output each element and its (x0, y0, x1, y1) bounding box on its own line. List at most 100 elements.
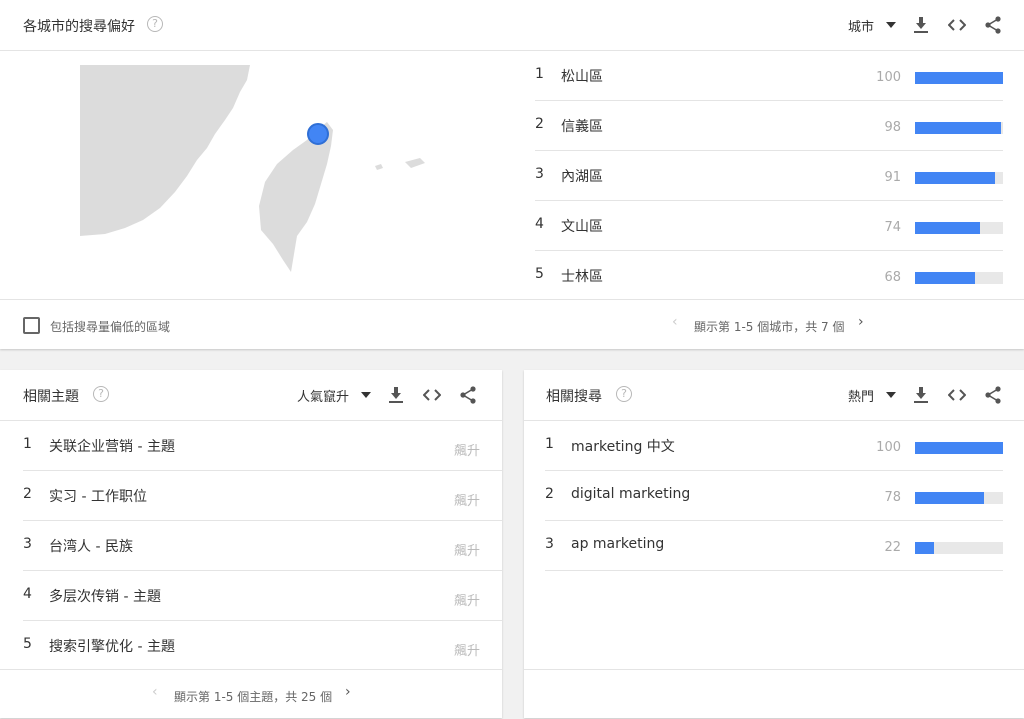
dropdown-caret-icon[interactable] (361, 392, 372, 398)
interest-value: 68 (884, 270, 901, 285)
rank: 3 (535, 166, 544, 182)
rank: 1 (23, 436, 32, 452)
region-row-3[interactable]: 3 內湖區 91 (535, 150, 1003, 201)
prev-page-button[interactable]: ‹ (672, 314, 678, 330)
queries-list: 1 marketing 中文 100 2 digital marketing 7… (545, 420, 1003, 571)
region-row-5[interactable]: 5 士林區 68 (535, 250, 1003, 299)
region-name: 信義區 (561, 119, 603, 135)
region-name: 士林區 (561, 269, 603, 285)
prev-page-button[interactable]: ‹ (152, 684, 158, 700)
breakout-value: 飆升 (454, 494, 481, 509)
rank: 2 (545, 486, 554, 502)
topic-row-1[interactable]: 1 关联企业营销 - 主題 飆升 (23, 420, 502, 471)
help-icon[interactable]: ? (147, 16, 163, 32)
interest-bar-fill (915, 272, 975, 284)
share-icon[interactable] (982, 384, 1004, 406)
topic-name: 实习 - 工作职位 (49, 489, 147, 505)
interest-bar-fill (915, 442, 1003, 454)
breakout-value: 飆升 (454, 594, 481, 609)
topic-name: 多层次传销 - 主題 (49, 589, 161, 605)
queries-filter-dropdown[interactable]: 熱門 (848, 386, 874, 405)
rank: 3 (545, 536, 554, 552)
topic-row-2[interactable]: 2 实习 - 工作职位 飆升 (23, 470, 502, 521)
topics-card-tools: 人氣竄升 (297, 384, 479, 406)
topics-card-header: 相關主題 ? 人氣竄升 (0, 370, 502, 421)
region-card-tools: 城市 (848, 14, 1004, 36)
region-card-header: 各城市的搜尋偏好 ? 城市 (0, 0, 1024, 51)
interest-bar (915, 272, 1003, 284)
queries-card-footer (524, 669, 1024, 719)
island-east-2 (405, 158, 425, 168)
related-topics-card: 相關主題 ? 人氣竄升 1 关联企业营销 - 主題 飆升 2 实习 - 工作职位… (0, 370, 502, 718)
interest-bar-fill (915, 222, 980, 234)
interest-bar (915, 122, 1003, 134)
dropdown-caret-icon[interactable] (886, 392, 897, 398)
topics-card-footer: ‹ 顯示第 1-5 個主題，共 25 個 › (0, 669, 502, 719)
region-row-4[interactable]: 4 文山區 74 (535, 200, 1003, 251)
region-name: 松山區 (561, 69, 603, 85)
low-volume-label: 包括搜尋量偏低的區域 (50, 320, 171, 334)
rank: 5 (535, 266, 544, 282)
topic-row-3[interactable]: 3 台湾人 - 民族 飆升 (23, 520, 502, 571)
query-row-2[interactable]: 2 digital marketing 78 (545, 470, 1003, 521)
topics-list: 1 关联企业营销 - 主題 飆升 2 实习 - 工作职位 飆升 3 台湾人 - … (23, 420, 502, 669)
region-interest-card: 各城市的搜尋偏好 ? 城市 1 松山區 100 2 信義區 98 3 內湖區 9… (0, 0, 1024, 349)
query-row-1[interactable]: 1 marketing 中文 100 (545, 420, 1003, 471)
queries-card-header: 相關搜尋 ? 熱門 (524, 370, 1024, 421)
download-icon[interactable] (910, 14, 932, 36)
download-icon[interactable] (910, 384, 932, 406)
interest-value: 100 (876, 440, 901, 455)
rank: 1 (545, 436, 554, 452)
embed-icon[interactable] (421, 384, 443, 406)
region-list: 1 松山區 100 2 信義區 98 3 內湖區 91 4 文山區 74 5 士… (535, 50, 1003, 299)
interest-bar (915, 492, 1003, 504)
topic-row-5[interactable]: 5 搜索引擎优化 - 主題 飆升 (23, 620, 502, 669)
mainland-landmass (80, 65, 250, 236)
rank: 2 (23, 486, 32, 502)
query-row-3[interactable]: 3 ap marketing 22 (545, 520, 1003, 571)
topic-name: 搜索引擎优化 - 主題 (49, 639, 175, 655)
share-icon[interactable] (982, 14, 1004, 36)
query-text: digital marketing (571, 486, 691, 502)
share-icon[interactable] (457, 384, 479, 406)
resolution-dropdown[interactable]: 城市 (848, 16, 874, 35)
breakout-value: 飆升 (454, 444, 481, 459)
rank: 1 (535, 66, 544, 82)
queries-card-title: 相關搜尋 (546, 389, 602, 405)
interest-value: 74 (884, 220, 901, 235)
breakout-value: 飆升 (454, 644, 481, 659)
interest-value: 98 (884, 120, 901, 135)
embed-icon[interactable] (946, 14, 968, 36)
low-volume-checkbox[interactable] (23, 317, 40, 334)
related-queries-card: 相關搜尋 ? 熱門 1 marketing 中文 100 2 digital m… (524, 370, 1024, 718)
region-row-1[interactable]: 1 松山區 100 (535, 50, 1003, 101)
help-icon[interactable]: ? (616, 386, 632, 402)
help-icon[interactable]: ? (93, 386, 109, 402)
dropdown-caret-icon[interactable] (886, 22, 897, 28)
region-row-2[interactable]: 2 信義區 98 (535, 100, 1003, 151)
interest-bar-fill (915, 542, 934, 554)
rank: 5 (23, 636, 32, 652)
region-map[interactable] (75, 60, 445, 280)
map-marker (307, 123, 329, 145)
topic-row-4[interactable]: 4 多层次传销 - 主題 飆升 (23, 570, 502, 621)
region-card-title: 各城市的搜尋偏好 (23, 19, 135, 35)
region-name: 內湖區 (561, 169, 603, 185)
rank: 4 (535, 216, 544, 232)
island-east-1 (375, 164, 383, 170)
interest-bar (915, 222, 1003, 234)
rank: 4 (23, 586, 32, 602)
interest-value: 100 (876, 70, 901, 85)
next-page-button[interactable]: › (345, 684, 351, 700)
interest-bar (915, 542, 1003, 554)
interest-value: 22 (884, 540, 901, 555)
topics-pagination-text: 顯示第 1-5 個主題，共 25 個 (174, 690, 333, 704)
embed-icon[interactable] (946, 384, 968, 406)
topics-filter-dropdown[interactable]: 人氣竄升 (297, 386, 349, 405)
topic-name: 台湾人 - 民族 (49, 539, 133, 555)
download-icon[interactable] (385, 384, 407, 406)
topics-card-title: 相關主題 (23, 389, 79, 405)
next-page-button[interactable]: › (858, 314, 864, 330)
interest-bar-fill (915, 72, 1003, 84)
breakout-value: 飆升 (454, 544, 481, 559)
